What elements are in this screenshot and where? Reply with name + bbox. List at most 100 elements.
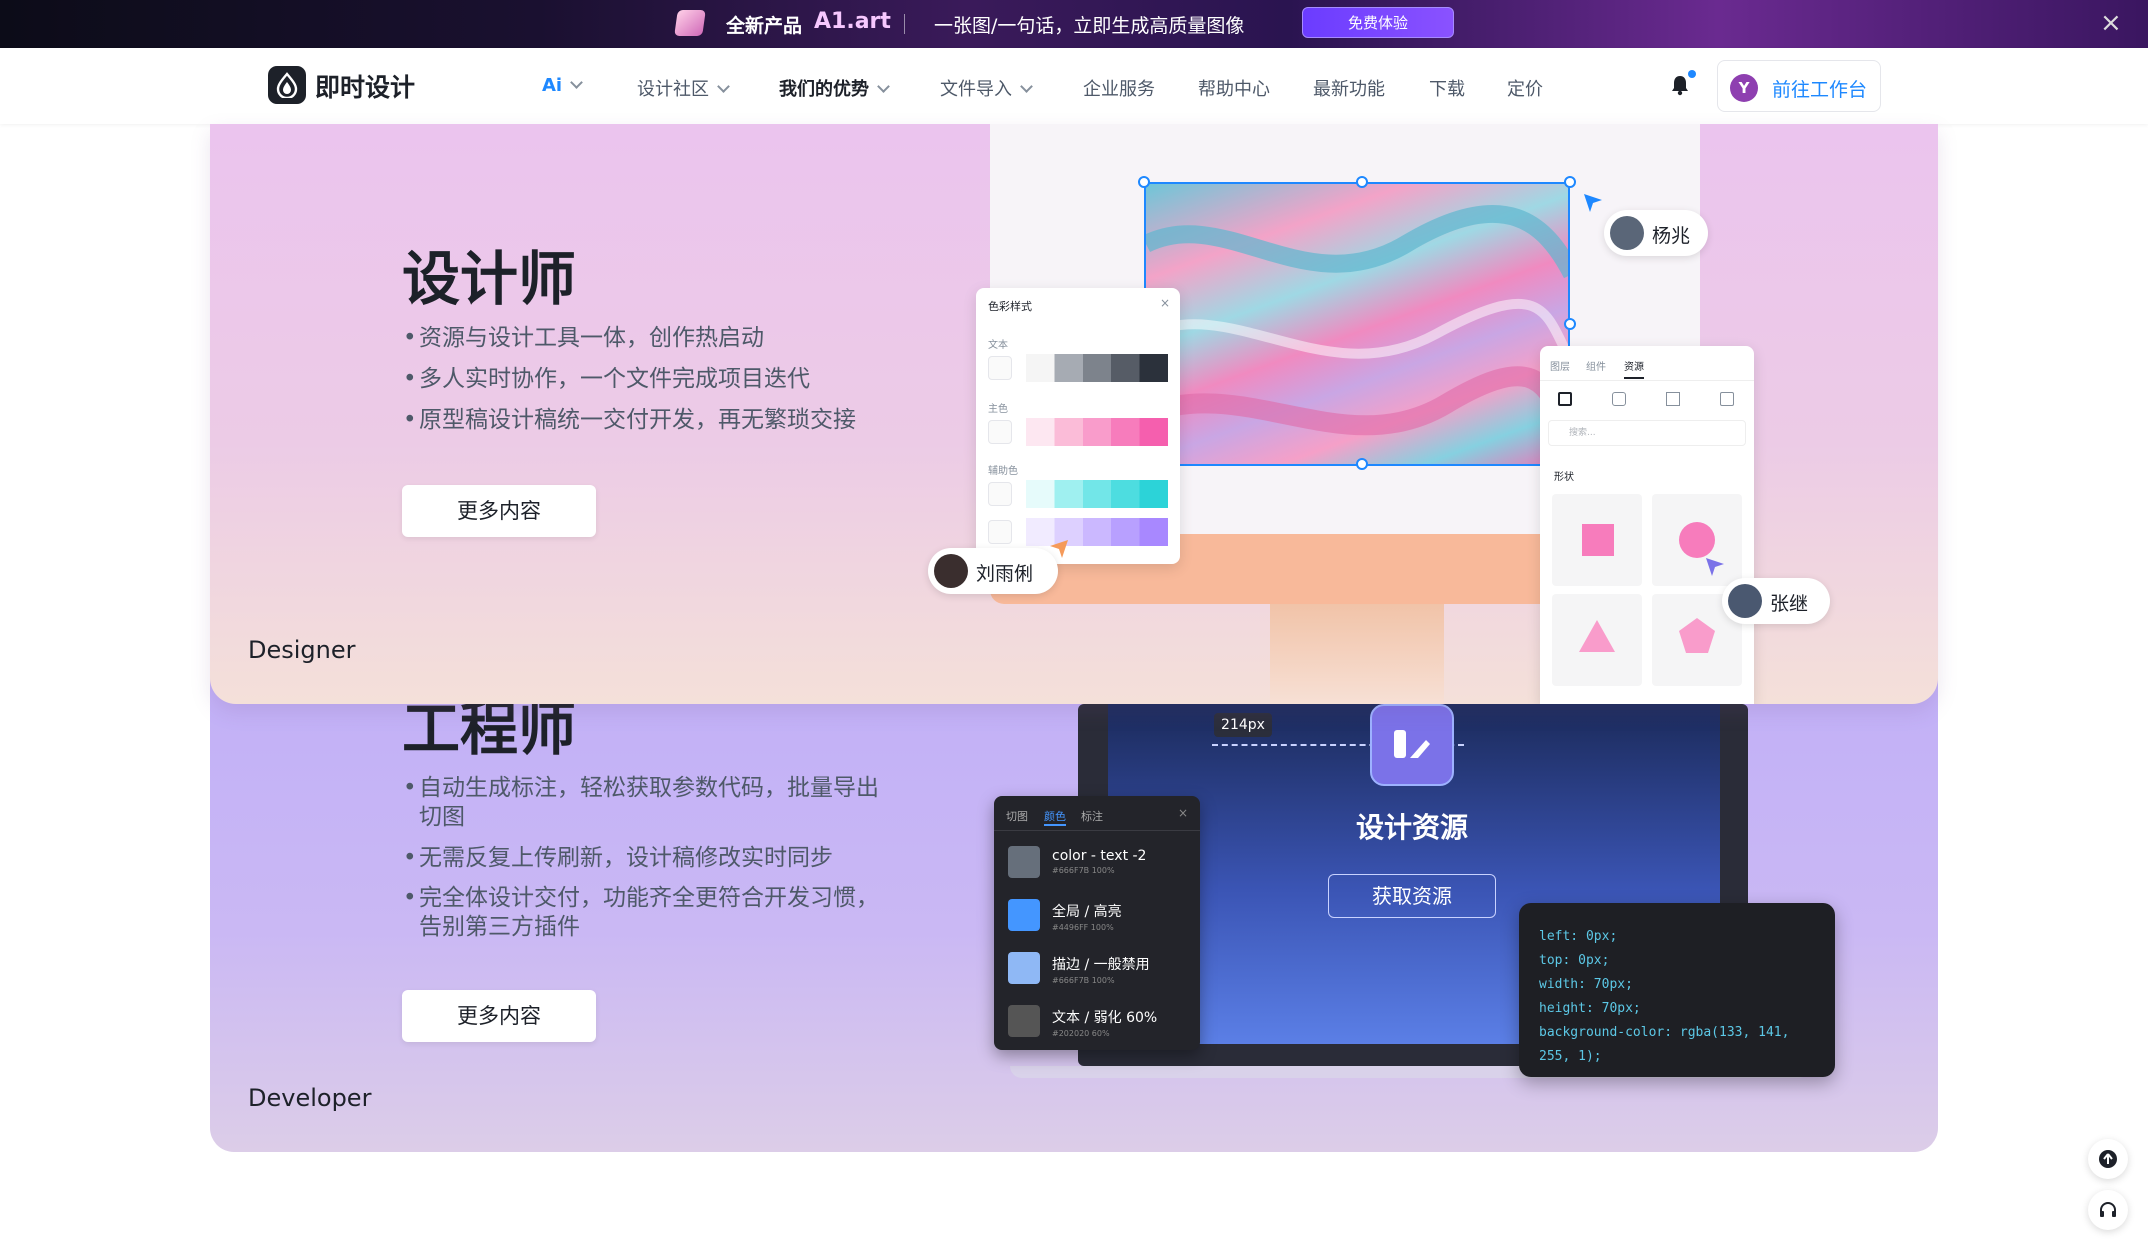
nav-item-help[interactable]: 帮助中心: [1198, 75, 1270, 101]
color-swatch-row[interactable]: [1026, 418, 1168, 446]
edit-icon[interactable]: [988, 420, 1012, 444]
edit-icon[interactable]: [988, 482, 1012, 506]
nav-item-community[interactable]: 设计社区: [637, 75, 730, 101]
back-to-top-button[interactable]: [2088, 1139, 2128, 1179]
tab-components[interactable]: 组件: [1586, 358, 1606, 373]
get-resource-button[interactable]: 获取资源: [1328, 874, 1496, 918]
chevron-down-icon: [1020, 80, 1033, 93]
code-line: height: 70px;: [1539, 1001, 1641, 1016]
token-meta: #4496FF 100%: [1052, 923, 1114, 932]
code-line: left: 0px;: [1539, 929, 1618, 944]
section-label: 形状: [1554, 472, 1574, 483]
collaborator-name: 张继: [1770, 593, 1809, 615]
nav-item-import[interactable]: 文件导入: [940, 75, 1033, 101]
shape-tile[interactable]: [1652, 494, 1742, 586]
nav-item-ai[interactable]: Ai: [542, 75, 583, 96]
nav-item-new-features[interactable]: 最新功能: [1313, 75, 1385, 101]
color-swatch-row[interactable]: [1026, 354, 1168, 382]
free-trial-button[interactable]: 免费体验: [1302, 7, 1454, 38]
nav-item-enterprise[interactable]: 企业服务: [1083, 75, 1155, 101]
edit-icon[interactable]: [988, 356, 1012, 380]
group-label: 文本: [988, 340, 1008, 351]
panel-title: 色彩样式: [988, 300, 1032, 313]
assets-search-input[interactable]: 搜索...: [1548, 420, 1746, 446]
developer-tag: Developer: [248, 1084, 372, 1112]
nav-label: 我们的优势: [779, 79, 869, 100]
code-line: top: 0px;: [1539, 953, 1610, 968]
color-style-panel: 色彩样式 × 文本 主色 辅助色: [976, 288, 1180, 564]
designer-bullet: 资源与设计工具一体，创作热启动: [403, 324, 764, 353]
collaborator-chip: 刘雨俐: [928, 548, 1058, 594]
cube-icon[interactable]: [1558, 392, 1572, 406]
resize-handle[interactable]: [1564, 318, 1576, 330]
nav-item-advantages[interactable]: 我们的优势: [779, 75, 890, 101]
square-shape: [1582, 524, 1614, 556]
token-meta: #202020 60%: [1052, 1029, 1110, 1038]
shapes-icon[interactable]: [1666, 392, 1680, 406]
token-name: 描边 / 一般禁用: [1052, 957, 1150, 973]
color-swatch: [1008, 952, 1040, 984]
component-icon[interactable]: [1612, 392, 1626, 406]
artwork-image[interactable]: [1144, 182, 1570, 466]
logo-icon[interactable]: [268, 66, 306, 104]
resize-handle[interactable]: [1564, 176, 1576, 188]
pentagon-shape: [1679, 618, 1715, 653]
collaborator-name: 杨兆: [1652, 225, 1691, 247]
nav-item-pricing[interactable]: 定价: [1507, 75, 1543, 101]
bell-icon[interactable]: [1670, 74, 1690, 96]
image-icon[interactable]: [1720, 392, 1734, 406]
support-button[interactable]: [2088, 1190, 2128, 1230]
measure-label: 214px: [1214, 713, 1272, 737]
group-label: 辅助色: [988, 466, 1018, 477]
code-line: 255, 1);: [1539, 1049, 1602, 1064]
tab-colors[interactable]: 颜色: [1044, 808, 1066, 826]
banner-divider: [904, 14, 905, 34]
top-nav: 即时设计 Ai 设计社区 我们的优势 文件导入 企业服务 帮助中心 最新功能 下…: [0, 48, 2148, 124]
banner-slogan: 一张图/一句话，立即生成高质量图像: [934, 15, 1245, 37]
screen-title: 设计资源: [1356, 811, 1469, 844]
avatar: [1728, 584, 1762, 618]
tab-layers[interactable]: 图层: [1550, 358, 1570, 373]
token-item[interactable]: 描边 / 一般禁用 #666F7B 100%: [1052, 954, 1150, 985]
a1-logo-icon: [674, 10, 706, 36]
nav-label: 设计社区: [637, 79, 709, 100]
avatar: [1610, 216, 1644, 250]
resize-handle[interactable]: [1356, 458, 1368, 470]
collaborator-chip: 张继: [1722, 578, 1830, 624]
chevron-down-icon: [717, 80, 730, 93]
group-label: 主色: [988, 404, 1008, 415]
logo-text[interactable]: 即时设计: [315, 68, 415, 104]
resize-handle[interactable]: [1138, 176, 1150, 188]
design-resource-icon[interactable]: [1370, 704, 1454, 786]
tab-assets[interactable]: 资源: [1624, 358, 1644, 379]
token-item[interactable]: color - text -2 #666F7B 100%: [1052, 848, 1146, 875]
banner-prefix: 全新产品: [726, 15, 803, 37]
headset-icon: [2100, 1202, 2116, 1217]
resize-handle[interactable]: [1356, 176, 1368, 188]
collaborator-name: 刘雨俐: [976, 563, 1034, 585]
cursor-icon: [1584, 194, 1602, 212]
token-item[interactable]: 全局 / 高亮 #4496FF 100%: [1052, 901, 1122, 932]
shape-tile[interactable]: [1552, 594, 1642, 686]
close-icon[interactable]: ×: [1160, 296, 1170, 310]
edit-icon[interactable]: [988, 520, 1012, 544]
circle-shape: [1679, 522, 1715, 558]
designer-more-button[interactable]: 更多内容: [402, 485, 596, 537]
token-item[interactable]: 文本 / 弱化 60% #202020 60%: [1052, 1007, 1157, 1038]
banner-product[interactable]: A1.art: [814, 9, 891, 34]
notification-dot: [1688, 70, 1696, 78]
workspace-button[interactable]: Y 前往工作台: [1717, 60, 1881, 112]
developer-bullet: 无需反复上传刷新，设计稿修改实时同步: [403, 844, 879, 873]
shape-tile[interactable]: [1552, 494, 1642, 586]
workspace-label: 前往工作台: [1772, 79, 1868, 101]
color-swatch-row[interactable]: [1026, 480, 1168, 508]
nav-item-download[interactable]: 下载: [1429, 75, 1465, 101]
tab-slices[interactable]: 切图: [1006, 808, 1028, 824]
close-icon[interactable]: ×: [1178, 806, 1188, 820]
avatar: Y: [1730, 74, 1758, 102]
tab-annotations[interactable]: 标注: [1081, 808, 1103, 824]
close-icon[interactable]: ×: [2100, 8, 2122, 38]
token-meta: #666F7B 100%: [1052, 866, 1115, 875]
developer-more-button[interactable]: 更多内容: [402, 990, 596, 1042]
code-panel: left: 0px; top: 0px; width: 70px; height…: [1519, 903, 1835, 1077]
